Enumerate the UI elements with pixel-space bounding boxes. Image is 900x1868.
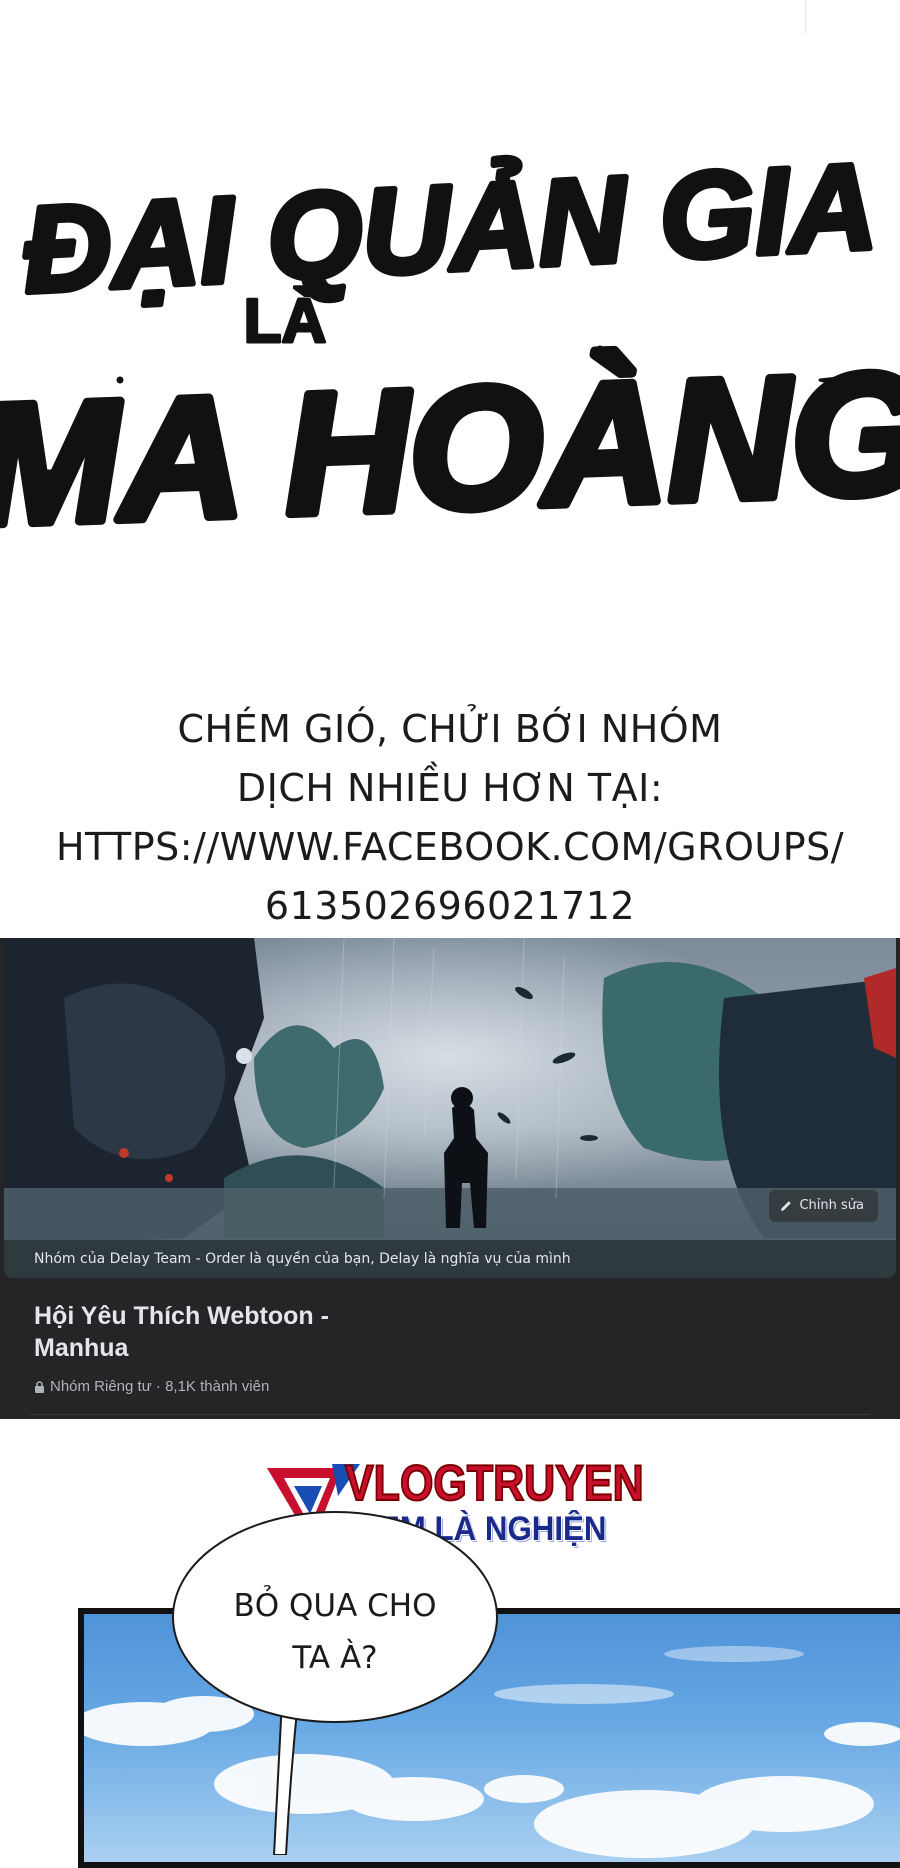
title-logo: ĐẠI QUẢN GIA LÀ MA HOÀNG bbox=[0, 80, 900, 580]
svg-text:LÀ: LÀ bbox=[244, 287, 327, 356]
vlogtruyen-brand: VLOGTRUYEN bbox=[344, 1454, 644, 1512]
edit-cover-button[interactable]: Chỉnh sửa bbox=[769, 1190, 878, 1222]
speech-line: BỎ QUA CHO bbox=[233, 1588, 437, 1624]
speech-line: TA À? bbox=[292, 1640, 378, 1676]
group-name-line: Hội Yêu Thích Webtoon - bbox=[34, 1302, 329, 1330]
group-name[interactable]: Hội Yêu Thích Webtoon - Manhua bbox=[34, 1300, 594, 1364]
group-meta: Nhóm Riêng tư · 8,1K thành viên bbox=[34, 1378, 269, 1395]
svg-text:ĐẠI QUẢN GIA: ĐẠI QUẢN GIA bbox=[20, 137, 880, 319]
facebook-group-card: Chỉnh sửa Nhóm của Delay Team - Order là… bbox=[0, 938, 900, 1419]
svg-text:MA HOÀNG: MA HOÀNG bbox=[0, 336, 900, 561]
promo-url-line: 613502696021712 bbox=[264, 884, 636, 928]
edit-cover-label: Chỉnh sửa bbox=[799, 1198, 864, 1213]
pencil-icon bbox=[781, 1201, 792, 1211]
group-name-line: Manhua bbox=[34, 1334, 129, 1362]
card-divider bbox=[30, 1414, 870, 1415]
promo-text: CHÉM GIÓ, CHỬI BỚI NHÓM DỊCH NHIỀU HƠN T… bbox=[0, 700, 900, 936]
promo-line: CHÉM GIÓ, CHỬI BỚI NHÓM bbox=[177, 707, 723, 751]
speech-bubble-text: BỎ QUA CHO TA À? bbox=[200, 1580, 470, 1684]
promo-line: DỊCH NHIỀU HƠN TẠI: bbox=[236, 766, 664, 810]
lock-icon bbox=[35, 1380, 44, 1393]
group-cover-image bbox=[4, 938, 896, 1278]
cover-caption: Nhóm của Delay Team - Order là quyền của… bbox=[4, 1240, 896, 1278]
top-divider bbox=[805, 0, 806, 34]
promo-url-line: HTTPS://WWW.FACEBOOK.COM/GROUPS/ bbox=[55, 825, 845, 869]
group-meta-text: Nhóm Riêng tư · 8,1K thành viên bbox=[50, 1378, 270, 1395]
